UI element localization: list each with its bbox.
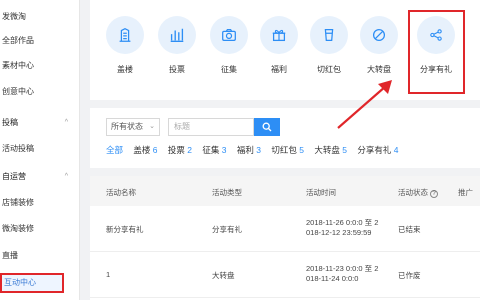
annotation-arrow xyxy=(337,80,392,129)
app-root: 发微淘 全部作品 素材中心 创意中心 投稿 ^ 活动投稿 自运营 ^ 店铺装修 微淘… xyxy=(0,0,480,300)
